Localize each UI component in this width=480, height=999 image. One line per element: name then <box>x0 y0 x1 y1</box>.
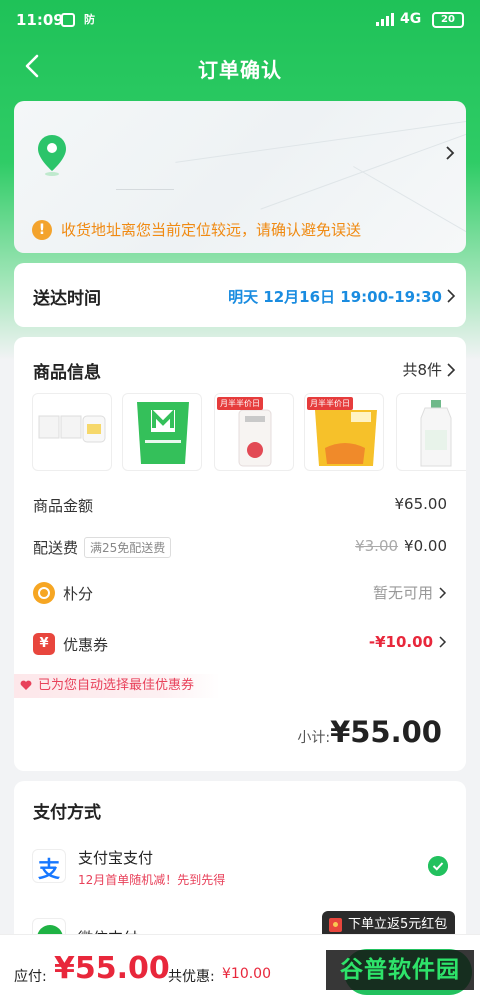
points-row[interactable]: 朴分 暂无可用 <box>33 578 447 606</box>
location-pin-icon <box>38 135 66 176</box>
signal-icon <box>376 13 396 26</box>
thumb-badge: 月半半价日 <box>217 397 263 410</box>
yogurt-cups-image <box>38 415 106 443</box>
address-warning-text: 收货地址离您当前定位较远，请确认避免误送 <box>61 221 362 239</box>
milk-bottle-image <box>420 400 452 467</box>
address-warning: ! 收货地址离您当前定位较远，请确认避免误送 <box>32 219 361 240</box>
chevron-right-icon <box>439 586 447 599</box>
auto-coupon-tip-text: 已为您自动选择最佳优惠券 <box>38 678 195 693</box>
goods-title: 商品信息 <box>33 363 101 383</box>
payable-label: 应付: <box>14 969 47 985</box>
subtotal-value: ¥55.00 <box>330 715 442 749</box>
nav-bar: 订单确认 <box>0 44 480 90</box>
page-title: 订单确认 <box>198 58 282 82</box>
chevron-right-icon[interactable] <box>446 363 456 377</box>
subtotal-label: 小计: <box>297 730 331 746</box>
coupon-row[interactable]: ¥ 优惠券 -¥10.00 <box>33 629 447 657</box>
alipay-option[interactable]: 支付宝支付 <box>78 847 153 868</box>
battery-icon: 20 <box>432 12 464 28</box>
shipping-fee-value: ¥0.00 <box>404 537 447 555</box>
coupon-value: -¥10.00 <box>368 633 433 651</box>
product-thumbnail[interactable] <box>122 393 202 471</box>
delivery-time-label: 送达时间 <box>33 289 101 309</box>
product-thumbnail[interactable] <box>396 393 466 471</box>
total-discount-amount: ¥10.00 <box>222 966 271 982</box>
network-type: 4G <box>400 11 422 27</box>
goods-count[interactable]: 共8件 <box>402 359 442 380</box>
product-thumbnail[interactable] <box>32 393 112 471</box>
goods-amount-row: 商品金额 ¥65.00 <box>33 491 447 519</box>
chevron-right-icon[interactable] <box>444 145 456 161</box>
chevron-right-icon <box>447 289 456 303</box>
payment-title: 支付方式 <box>33 803 101 823</box>
check-icon[interactable] <box>428 856 448 876</box>
watermark-logo: 谷普软件园 <box>326 950 474 990</box>
red-packet-promo-text: 下单立返5元红包 <box>348 917 448 932</box>
free-shipping-tag: 满25免配送费 <box>84 537 172 558</box>
shipping-fee-label: 配送费 <box>33 539 79 557</box>
map-road <box>175 120 466 163</box>
product-thumbnail[interactable]: 月半半价日 <box>214 393 294 471</box>
goods-amount-value: ¥65.00 <box>394 495 448 513</box>
address-card[interactable]: ! 收货地址离您当前定位较远，请确认避免误送 <box>14 101 466 253</box>
goods-card: 商品信息 共8件 月半半价日 月半半价日 商品金额 ¥65.00 配送费 满25… <box>14 337 466 771</box>
goods-thumbnails[interactable]: 月半半价日 月半半价日 <box>32 393 466 471</box>
product-thumbnail[interactable]: 月半半价日 <box>304 393 384 471</box>
coupon-yen-icon: ¥ <box>33 633 55 655</box>
points-label: 朴分 <box>63 584 94 603</box>
alipay-icon: 支 <box>32 849 66 883</box>
shipping-original-price: ¥3.00 <box>355 537 399 555</box>
status-time: 11:09 <box>16 11 64 29</box>
points-coin-icon <box>33 582 55 604</box>
status-bar: 11:09 防 4G 20 <box>0 0 480 40</box>
thumb-badge: 月半半价日 <box>307 397 353 410</box>
status-badge: 防 <box>84 13 95 26</box>
payable-amount: ¥55.00 <box>54 951 170 986</box>
auto-coupon-tip: 已为您自动选择最佳优惠券 <box>14 674 221 698</box>
alipay-promo: 12月首单随机减！先到先得 <box>78 873 226 887</box>
address-placeholder-line <box>116 189 174 190</box>
red-packet-icon <box>329 918 342 932</box>
notification-icon <box>61 13 75 27</box>
checkout-bar: 应付: ¥55.00 共优惠: ¥10.00 谷普软件园 <box>0 934 480 999</box>
coupon-label: 优惠券 <box>63 635 109 654</box>
goods-amount-label: 商品金额 <box>33 497 94 515</box>
subtotal: 小计: ¥55.00 <box>297 715 442 749</box>
map-road <box>353 166 466 237</box>
exclamation-icon: ! <box>32 219 52 240</box>
points-value: 暂无可用 <box>372 584 433 602</box>
delivery-time-row[interactable]: 送达时间 明天 12月16日 19:00-19:30 <box>14 263 466 327</box>
shipping-fee-row: 配送费 满25免配送费 ¥3.00 ¥0.00 <box>33 533 447 561</box>
green-yogurt-tub-image <box>137 402 189 464</box>
total-discount-label: 共优惠: <box>168 969 215 985</box>
chevron-right-icon <box>439 636 447 648</box>
heart-icon <box>20 680 32 690</box>
delivery-time-value: 明天 12月16日 19:00-19:30 <box>228 288 442 306</box>
